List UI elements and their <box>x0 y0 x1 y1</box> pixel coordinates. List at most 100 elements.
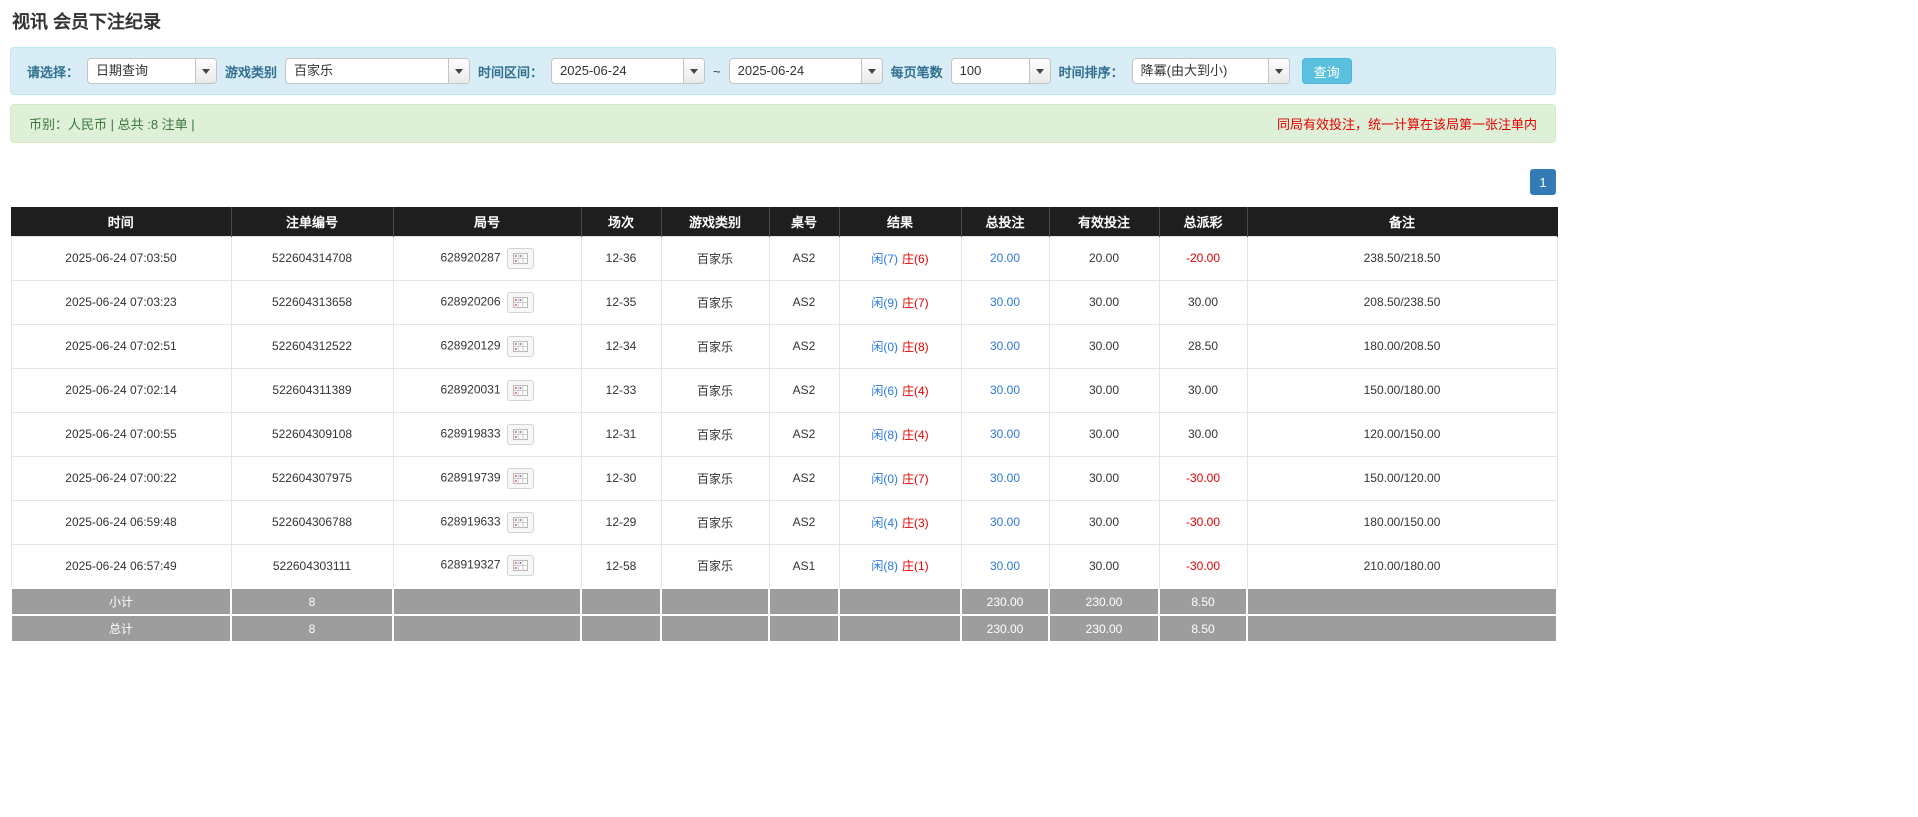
date-from-select[interactable]: 2025-06-24 <box>551 58 706 84</box>
page-size-value: 100 <box>959 63 982 78</box>
date-to-select[interactable]: 2025-06-24 <box>728 58 883 84</box>
chevron-down-icon[interactable] <box>683 59 705 83</box>
query-type-value: 日期查询 <box>96 63 149 78</box>
cell-session: 12-34 <box>580 323 662 369</box>
cell-valid-bet: 30.00 <box>1048 499 1160 545</box>
cell-remark: 180.00/208.50 <box>1246 323 1558 369</box>
header-time: 时间 <box>11 207 232 236</box>
road-map-button[interactable] <box>506 379 534 401</box>
table-row: 2025-06-24 07:02:14 522604311389 6289200… <box>10 367 1558 413</box>
cell-time: 2025-06-24 07:00:55 <box>10 411 232 457</box>
cell-time: 2025-06-24 07:03:23 <box>10 279 232 325</box>
cell-time: 2025-06-24 07:02:51 <box>10 323 232 369</box>
date-from-value: 2025-06-24 <box>560 63 627 78</box>
cell-round-id: 628920287 <box>392 235 582 281</box>
page-size-select[interactable]: 100 <box>950 58 1051 84</box>
result-banker: 庄(1) <box>902 559 929 574</box>
table-body: 2025-06-24 07:03:50 522604314708 6289202… <box>10 235 1558 589</box>
bet-records-table: 时间 注单编号 局号 场次 游戏类别 桌号 结果 总投注 有效投注 总派彩 备注… <box>10 207 1558 643</box>
cell-result: 闲(6) 庄(4) <box>838 367 962 413</box>
cell-bet-id: 522604309108 <box>230 411 394 457</box>
chevron-down-icon[interactable] <box>195 59 217 83</box>
cell-session: 12-35 <box>580 279 662 325</box>
cell-total-bet: 30.00 <box>960 499 1050 545</box>
result-player: 闲(6) <box>871 383 898 398</box>
road-map-button[interactable] <box>506 335 534 357</box>
cell-total-bet: 30.00 <box>960 411 1050 457</box>
road-map-button[interactable] <box>506 511 534 533</box>
cell-session: 12-29 <box>580 499 662 545</box>
cell-remark: 208.50/238.50 <box>1246 279 1558 325</box>
chevron-down-icon[interactable] <box>1028 59 1050 83</box>
result-banker: 庄(8) <box>902 339 929 354</box>
road-map-button[interactable] <box>506 467 534 489</box>
cell-game-type: 百家乐 <box>660 499 770 545</box>
header-remark: 备注 <box>1247 207 1558 236</box>
total-bet-link[interactable]: 30.00 <box>990 559 1020 573</box>
cell-round-id: 628920129 <box>392 323 582 369</box>
total-bet-link[interactable]: 20.00 <box>990 251 1020 265</box>
caret-icon <box>202 68 211 74</box>
total-payout: 8.50 <box>1158 614 1248 643</box>
empty-cell <box>768 614 840 643</box>
chevron-down-icon[interactable] <box>1267 59 1289 83</box>
filter-bar: 请选择： 日期查询 游戏类别 百家乐 时间区间： 2025-06-24 ~ 20… <box>10 47 1556 95</box>
empty-cell <box>838 614 962 643</box>
road-map-button[interactable] <box>506 247 534 269</box>
summary-notice-text: 同局有效投注，统一计算在该局第一张注单内 <box>1276 117 1537 132</box>
chevron-down-icon[interactable] <box>448 59 470 83</box>
query-type-select[interactable]: 日期查询 <box>87 58 218 84</box>
table-row: 2025-06-24 06:57:49 522604303111 6289193… <box>10 543 1558 589</box>
page-button-1[interactable]: 1 <box>1530 169 1556 195</box>
cell-table-no: AS2 <box>768 499 840 545</box>
result-player: 闲(7) <box>871 251 898 266</box>
caret-icon <box>690 68 699 74</box>
total-bet-link[interactable]: 30.00 <box>990 339 1020 353</box>
cell-payout: -30.00 <box>1158 543 1248 589</box>
cell-total-bet: 30.00 <box>960 455 1050 501</box>
page-size-label: 每页笔数 <box>890 64 943 80</box>
cell-payout: -30.00 <box>1158 455 1248 501</box>
cell-table-no: AS2 <box>768 279 840 325</box>
header-valid-bet: 有效投注 <box>1049 207 1160 236</box>
cell-remark: 150.00/120.00 <box>1246 455 1558 501</box>
total-bet-link[interactable]: 30.00 <box>990 383 1020 397</box>
total-bet-link[interactable]: 30.00 <box>990 427 1020 441</box>
road-map-button[interactable] <box>506 423 534 445</box>
search-button[interactable]: 查询 <box>1301 58 1352 84</box>
total-bet-link[interactable]: 30.00 <box>990 515 1020 529</box>
cell-total-bet: 20.00 <box>960 235 1050 281</box>
result-player: 闲(9) <box>871 295 898 310</box>
cell-total-bet: 30.00 <box>960 367 1050 413</box>
cell-time: 2025-06-24 07:00:22 <box>10 455 232 501</box>
sort-order-select[interactable]: 降冪(由大到小) <box>1131 58 1290 84</box>
road-map-icon <box>512 560 528 572</box>
total-row: 总计 8 230.00 230.00 8.50 <box>10 614 1558 643</box>
cell-total-bet: 30.00 <box>960 323 1050 369</box>
caret-icon <box>455 68 464 74</box>
total-bet-link[interactable]: 30.00 <box>990 295 1020 309</box>
cell-bet-id: 522604312522 <box>230 323 394 369</box>
cell-table-no: AS2 <box>768 455 840 501</box>
table-row: 2025-06-24 07:03:23 522604313658 6289202… <box>10 279 1558 325</box>
header-result: 结果 <box>839 207 962 236</box>
empty-cell <box>580 614 662 643</box>
total-bet-link[interactable]: 30.00 <box>990 471 1020 485</box>
empty-cell <box>1246 614 1558 643</box>
cell-payout: -30.00 <box>1158 499 1248 545</box>
pagination: 1 <box>10 169 1556 195</box>
query-type-label: 请选择： <box>27 64 80 80</box>
cell-remark: 210.00/180.00 <box>1246 543 1558 589</box>
total-valid-bet: 230.00 <box>1048 614 1160 643</box>
table-row: 2025-06-24 07:00:22 522604307975 6289197… <box>10 455 1558 501</box>
cell-session: 12-36 <box>580 235 662 281</box>
total-count: 8 <box>230 614 394 643</box>
cell-bet-id: 522604303111 <box>230 543 394 589</box>
cell-payout: 30.00 <box>1158 411 1248 457</box>
game-type-select[interactable]: 百家乐 <box>285 58 471 84</box>
chevron-down-icon[interactable] <box>860 59 882 83</box>
road-map-button[interactable] <box>506 555 534 577</box>
round-id-text: 628920129 <box>440 338 501 353</box>
road-map-button[interactable] <box>506 291 534 313</box>
cell-valid-bet: 20.00 <box>1048 235 1160 281</box>
